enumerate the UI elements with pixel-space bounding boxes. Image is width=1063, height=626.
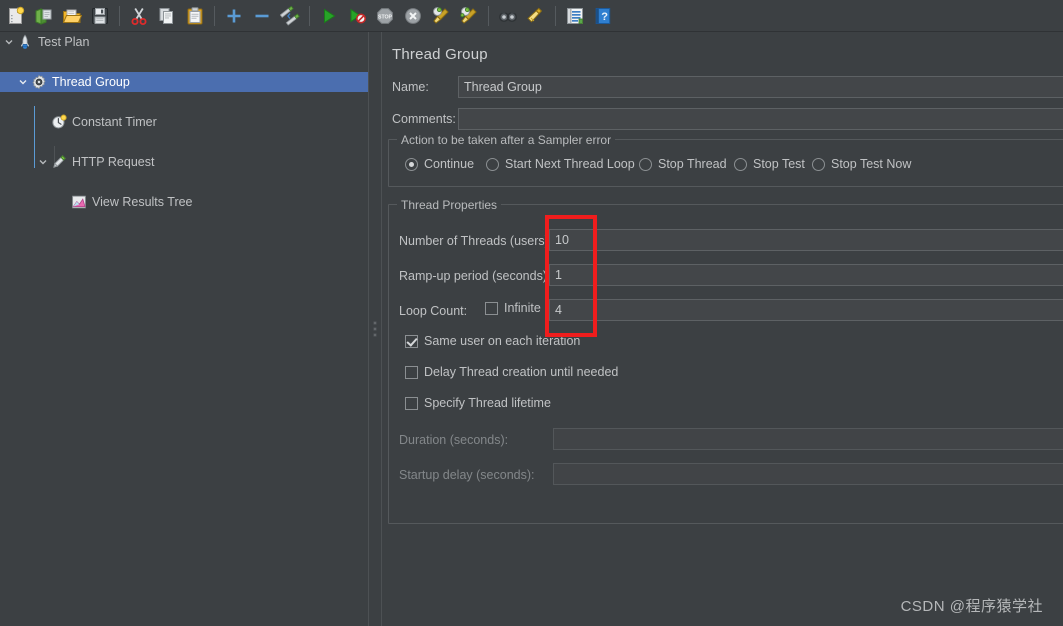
tree-node-label: Thread Group (52, 75, 130, 89)
save-icon[interactable] (86, 2, 114, 30)
tree-node-label: View Results Tree (92, 195, 193, 209)
duration-label: Duration (seconds): (399, 433, 509, 447)
tree-node-test-plan[interactable]: Test Plan (0, 32, 368, 52)
clear-all-icon[interactable] (455, 2, 483, 30)
view-results-tree-icon (70, 193, 88, 211)
tree-node-label: Test Plan (38, 35, 90, 49)
constant-timer-icon (50, 113, 68, 131)
radio-indicator (486, 157, 499, 171)
tree-node-label: HTTP Request (72, 155, 155, 169)
help-icon[interactable]: ? (589, 2, 617, 30)
radio-stop-test[interactable]: Stop Test (734, 157, 805, 171)
panel-splitter[interactable] (368, 32, 382, 626)
radio-stop-thread[interactable]: Stop Thread (639, 157, 727, 171)
http-request-icon (50, 153, 68, 171)
page-title: Thread Group (392, 46, 488, 63)
thread-group-icon (30, 73, 48, 91)
infinite-checkbox[interactable]: Infinite (485, 301, 541, 315)
radio-label: Continue (424, 157, 475, 171)
watermark-text: CSDN @程序猿学社 (900, 598, 1043, 615)
search-icon[interactable] (494, 2, 522, 30)
tree-node-view-results-tree[interactable]: View Results Tree (0, 192, 368, 212)
comments-label: Comments: (392, 112, 456, 126)
collapse-all-icon[interactable] (248, 2, 276, 30)
name-label: Name: (392, 80, 429, 94)
test-plan-tree[interactable]: Test Plan Thread Group Constant Timer HT… (0, 32, 368, 626)
same-user-checkbox[interactable]: Same user on each iteration (405, 334, 580, 348)
paste-icon[interactable] (181, 2, 209, 30)
toolbar-separator-3 (309, 5, 310, 26)
main-toolbar: STOP ? (0, 0, 1063, 32)
expand-all-icon[interactable] (220, 2, 248, 30)
radio-label: Stop Test Now (831, 157, 912, 171)
tree-node-constant-timer[interactable]: Constant Timer (0, 112, 368, 132)
number-of-threads-input[interactable]: 10 (549, 229, 1063, 251)
splitter-grip[interactable] (373, 321, 377, 337)
shutdown-icon[interactable] (399, 2, 427, 30)
templates-icon[interactable] (30, 2, 58, 30)
start-no-pauses-icon[interactable] (343, 2, 371, 30)
checkbox-indicator (405, 334, 418, 348)
toolbar-separator-2 (214, 5, 215, 26)
chevron-down-icon[interactable] (16, 72, 30, 92)
reset-search-icon[interactable] (522, 2, 550, 30)
cut-icon[interactable] (125, 2, 153, 30)
loop-count-label: Loop Count: (399, 304, 468, 318)
tree-node-label: Constant Timer (72, 115, 157, 129)
radio-indicator (734, 157, 747, 171)
thread-group-config-panel: Thread Group Name: Thread Group Comments… (383, 32, 1063, 626)
checkbox-label: Same user on each iteration (424, 334, 581, 348)
stop-icon[interactable]: STOP (371, 2, 399, 30)
radio-indicator (405, 157, 418, 171)
ramp-up-period-input[interactable]: 1 (549, 264, 1063, 286)
loop-count-input[interactable]: 4 (549, 299, 1063, 321)
radio-label: Stop Test (753, 157, 805, 171)
sampler-error-group-title: Action to be taken after a Sampler error (397, 133, 616, 147)
jmeter-window: STOP ? Test Plan Thread Group Constant T… (0, 0, 1063, 626)
startup-delay-input[interactable] (553, 463, 1063, 485)
tree-node-http-request[interactable]: HTTP Request (0, 152, 368, 172)
radio-indicator (812, 157, 825, 171)
checkbox-indicator (485, 301, 498, 315)
open-icon[interactable] (58, 2, 86, 30)
checkbox-indicator (405, 396, 418, 410)
toolbar-separator-1 (119, 5, 120, 26)
test-plan-icon (16, 33, 34, 51)
number-of-threads-label: Number of Threads (users): (399, 234, 553, 248)
radio-continue[interactable]: Continue (405, 157, 474, 171)
ramp-up-period-label: Ramp-up period (seconds): (399, 269, 551, 283)
radio-label: Start Next Thread Loop (505, 157, 635, 171)
toolbar-separator-4 (488, 5, 489, 26)
sampler-error-group: Action to be taken after a Sampler error… (388, 133, 1063, 187)
radio-indicator (639, 157, 652, 171)
checkbox-indicator (405, 365, 418, 379)
delay-thread-creation-checkbox[interactable]: Delay Thread creation until needed (405, 365, 618, 379)
function-helper-icon[interactable] (561, 2, 589, 30)
radio-label: Stop Thread (658, 157, 727, 171)
checkbox-label: Specify Thread lifetime (424, 396, 551, 410)
duration-input[interactable] (553, 428, 1063, 450)
new-icon[interactable] (2, 2, 30, 30)
radio-stop-test-now[interactable]: Stop Test Now (812, 157, 911, 171)
toggle-icon[interactable] (276, 2, 304, 30)
comments-input[interactable] (458, 108, 1063, 130)
checkbox-label: Delay Thread creation until needed (424, 365, 619, 379)
chevron-down-icon[interactable] (2, 32, 16, 52)
tree-node-thread-group[interactable]: Thread Group (0, 72, 368, 92)
start-icon[interactable] (315, 2, 343, 30)
name-input[interactable]: Thread Group (458, 76, 1063, 98)
specify-thread-lifetime-checkbox[interactable]: Specify Thread lifetime (405, 396, 551, 410)
svg-text:STOP: STOP (378, 14, 393, 20)
startup-delay-label: Startup delay (seconds): (399, 468, 535, 482)
copy-icon[interactable] (153, 2, 181, 30)
thread-properties-group-title: Thread Properties (397, 198, 502, 212)
toolbar-separator-5 (555, 5, 556, 26)
radio-start-next-thread-loop[interactable]: Start Next Thread Loop (486, 157, 635, 171)
checkbox-label: Infinite (504, 301, 541, 315)
clear-icon[interactable] (427, 2, 455, 30)
svg-text:?: ? (601, 11, 608, 23)
chevron-down-icon[interactable] (36, 152, 50, 172)
